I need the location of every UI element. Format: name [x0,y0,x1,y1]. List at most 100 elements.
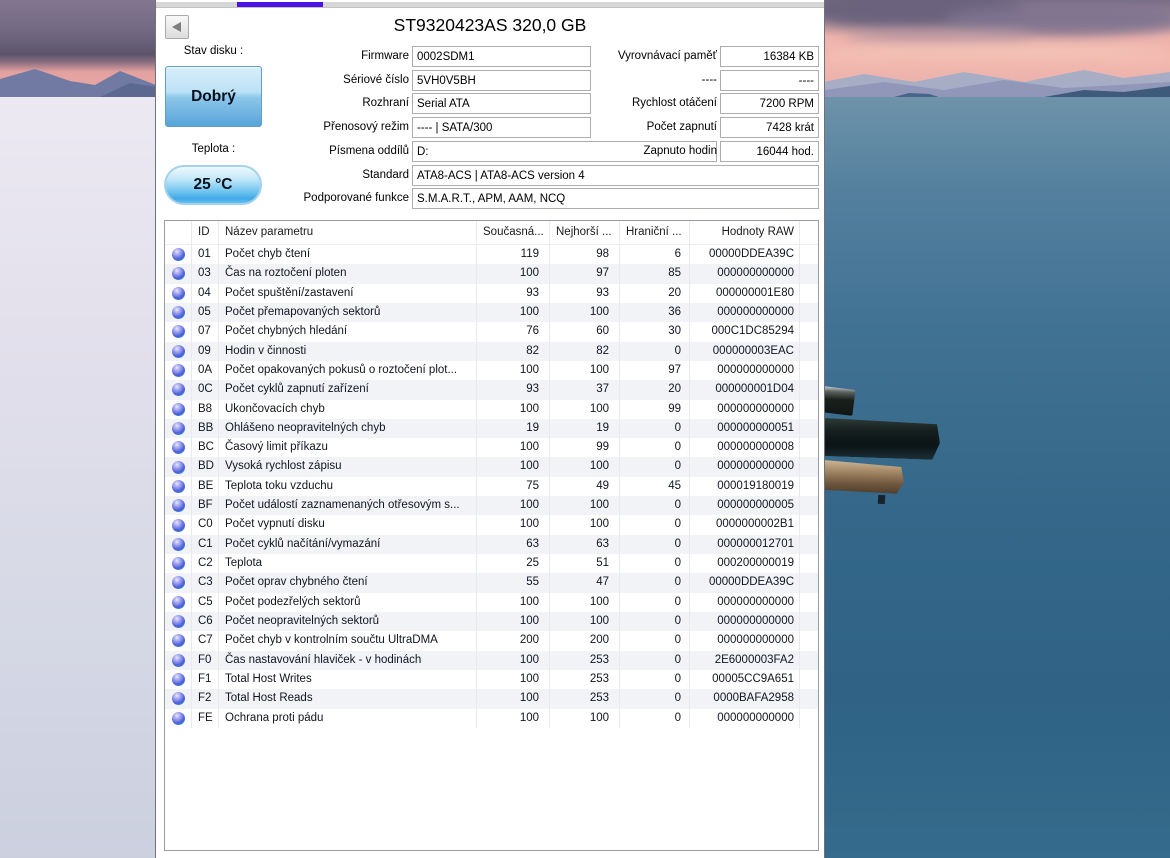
table-header-cell[interactable]: Hraniční ... [620,221,690,244]
table-cell: F0 [192,651,219,670]
table-cell: 30 [620,322,690,341]
table-cell: 0 [620,709,690,728]
table-cell: 000000000008 [690,438,800,457]
table-cell: 0 [620,535,690,554]
table-cell-filler [800,709,818,728]
table-cell: 0 [620,554,690,573]
status-orb-icon [172,596,185,609]
table-row[interactable]: BETeplota toku vzduchu754945000019180019 [165,477,818,496]
table-cell: 100 [550,709,620,728]
table-cell: BF [192,496,219,515]
table-cell: 100 [550,400,620,419]
table-cell: 100 [477,361,550,380]
table-row[interactable]: 0APočet opakovaných pokusů o roztočení p… [165,361,818,380]
table-row[interactable]: C1Počet cyklů načítání/vymazání636300000… [165,535,818,554]
table-row[interactable]: F2Total Host Reads10025300000BAFA2958 [165,689,818,708]
table-cell: Počet spuštění/zastavení [219,284,477,303]
table-header-cell[interactable]: Název parametru [219,221,477,244]
status-cell [165,554,192,573]
table-row[interactable]: FEOchrana proti pádu1001000000000000000 [165,709,818,728]
top-progress-segment [237,2,323,7]
table-header-filler [800,221,818,244]
status-cell [165,612,192,631]
table-cell: 100 [477,457,550,476]
wallpaper-right [824,0,1170,858]
table-row[interactable]: BBOhlášeno neopravitelných chyb191900000… [165,419,818,438]
table-row[interactable]: 07Počet chybných hledání766030000C1DC852… [165,322,818,341]
status-cell [165,709,192,728]
table-cell-filler [800,651,818,670]
table-row[interactable]: C3Počet oprav chybného čtení5547000000DD… [165,573,818,592]
table-cell: 6 [620,245,690,264]
table-cell-filler [800,554,818,573]
table-row[interactable]: 0CPočet cyklů zapnutí zařízení9337200000… [165,380,818,399]
table-row[interactable]: 04Počet spuštění/zastavení93932000000000… [165,284,818,303]
table-row[interactable]: 03Čas na roztočení ploten100978500000000… [165,264,818,283]
pier-post [878,495,885,504]
field-row: -------- [156,70,824,92]
table-cell-filler [800,438,818,457]
table-row[interactable]: B8Ukončovacích chyb10010099000000000000 [165,400,818,419]
table-cell: 0 [620,496,690,515]
table-row[interactable]: BDVysoká rychlost zápisu1001000000000000… [165,457,818,476]
table-cell: 000000000000 [690,457,800,476]
table-cell: 100 [550,593,620,612]
table-cell: 51 [550,554,620,573]
table-header-cell[interactable]: Nejhorší ... [550,221,620,244]
table-cell: 36 [620,303,690,322]
table-cell: 000C1DC85294 [690,322,800,341]
table-cell-filler [800,400,818,419]
table-row[interactable]: F1Total Host Writes100253000005CC9A651 [165,670,818,689]
table-row[interactable]: 01Počet chyb čtení11998600000DDEA39C [165,245,818,264]
table-cell: 000000000000 [690,612,800,631]
table-cell: 05 [192,303,219,322]
table-cell: Hodin v činnosti [219,342,477,361]
status-orb-icon [172,480,185,493]
table-cell: Počet neopravitelných sektorů [219,612,477,631]
field-value-box: 7428 krát [720,117,819,138]
table-header-cell[interactable]: Hodnoty RAW [690,221,800,244]
table-row[interactable]: F0Čas nastavování hlaviček - v hodinách1… [165,651,818,670]
field-row: StandardATA8-ACS | ATA8-ACS version 4 [156,165,824,187]
table-cell: 00000DDEA39C [690,573,800,592]
table-cell: 000000000000 [690,709,800,728]
table-cell-filler [800,477,818,496]
table-cell: 100 [477,264,550,283]
table-cell-filler [800,361,818,380]
table-row[interactable]: C6Počet neopravitelných sektorů100100000… [165,612,818,631]
table-row[interactable]: 05Počet přemapovaných sektorů10010036000… [165,303,818,322]
field-row: Rychlost otáčení7200 RPM [156,93,824,115]
table-row[interactable]: BCČasový limit příkazu100990000000000008 [165,438,818,457]
table-row[interactable]: BFPočet událostí zaznamenaných otřesovým… [165,496,818,515]
table-cell: 000000012701 [690,535,800,554]
table-row[interactable]: 09Hodin v činnosti82820000000003EAC [165,342,818,361]
table-cell: 000019180019 [690,477,800,496]
table-cell-filler [800,457,818,476]
table-header-cell[interactable] [165,221,192,244]
table-header-cell[interactable]: Současná... [477,221,550,244]
status-cell [165,631,192,650]
table-cell: 63 [477,535,550,554]
table-row[interactable]: C5Počet podezřelých sektorů1001000000000… [165,593,818,612]
table-cell: C3 [192,573,219,592]
table-row[interactable]: C7Počet chyb v kontrolním součtu UltraDM… [165,631,818,650]
table-cell: 76 [477,322,550,341]
table-cell: 253 [550,651,620,670]
wallpaper-left [0,0,156,858]
table-cell: 0 [620,593,690,612]
table-cell-filler [800,631,818,650]
table-cell-filler [800,573,818,592]
table-cell: C0 [192,515,219,534]
table-cell: 97 [550,264,620,283]
pier [824,385,954,525]
field-row: Počet zapnutí7428 krát [156,117,824,139]
table-row[interactable]: C2Teplota25510000200000019 [165,554,818,573]
desktop: ST9320423AS 320,0 GB Stav disku : Dobrý … [0,0,1170,858]
status-orb-icon [172,345,185,358]
table-cell: BE [192,477,219,496]
table-cell: 98 [550,245,620,264]
table-header-cell[interactable]: ID [192,221,219,244]
table-cell: 85 [620,264,690,283]
table-row[interactable]: C0Počet vypnutí disku10010000000000002B1 [165,515,818,534]
status-cell [165,284,192,303]
